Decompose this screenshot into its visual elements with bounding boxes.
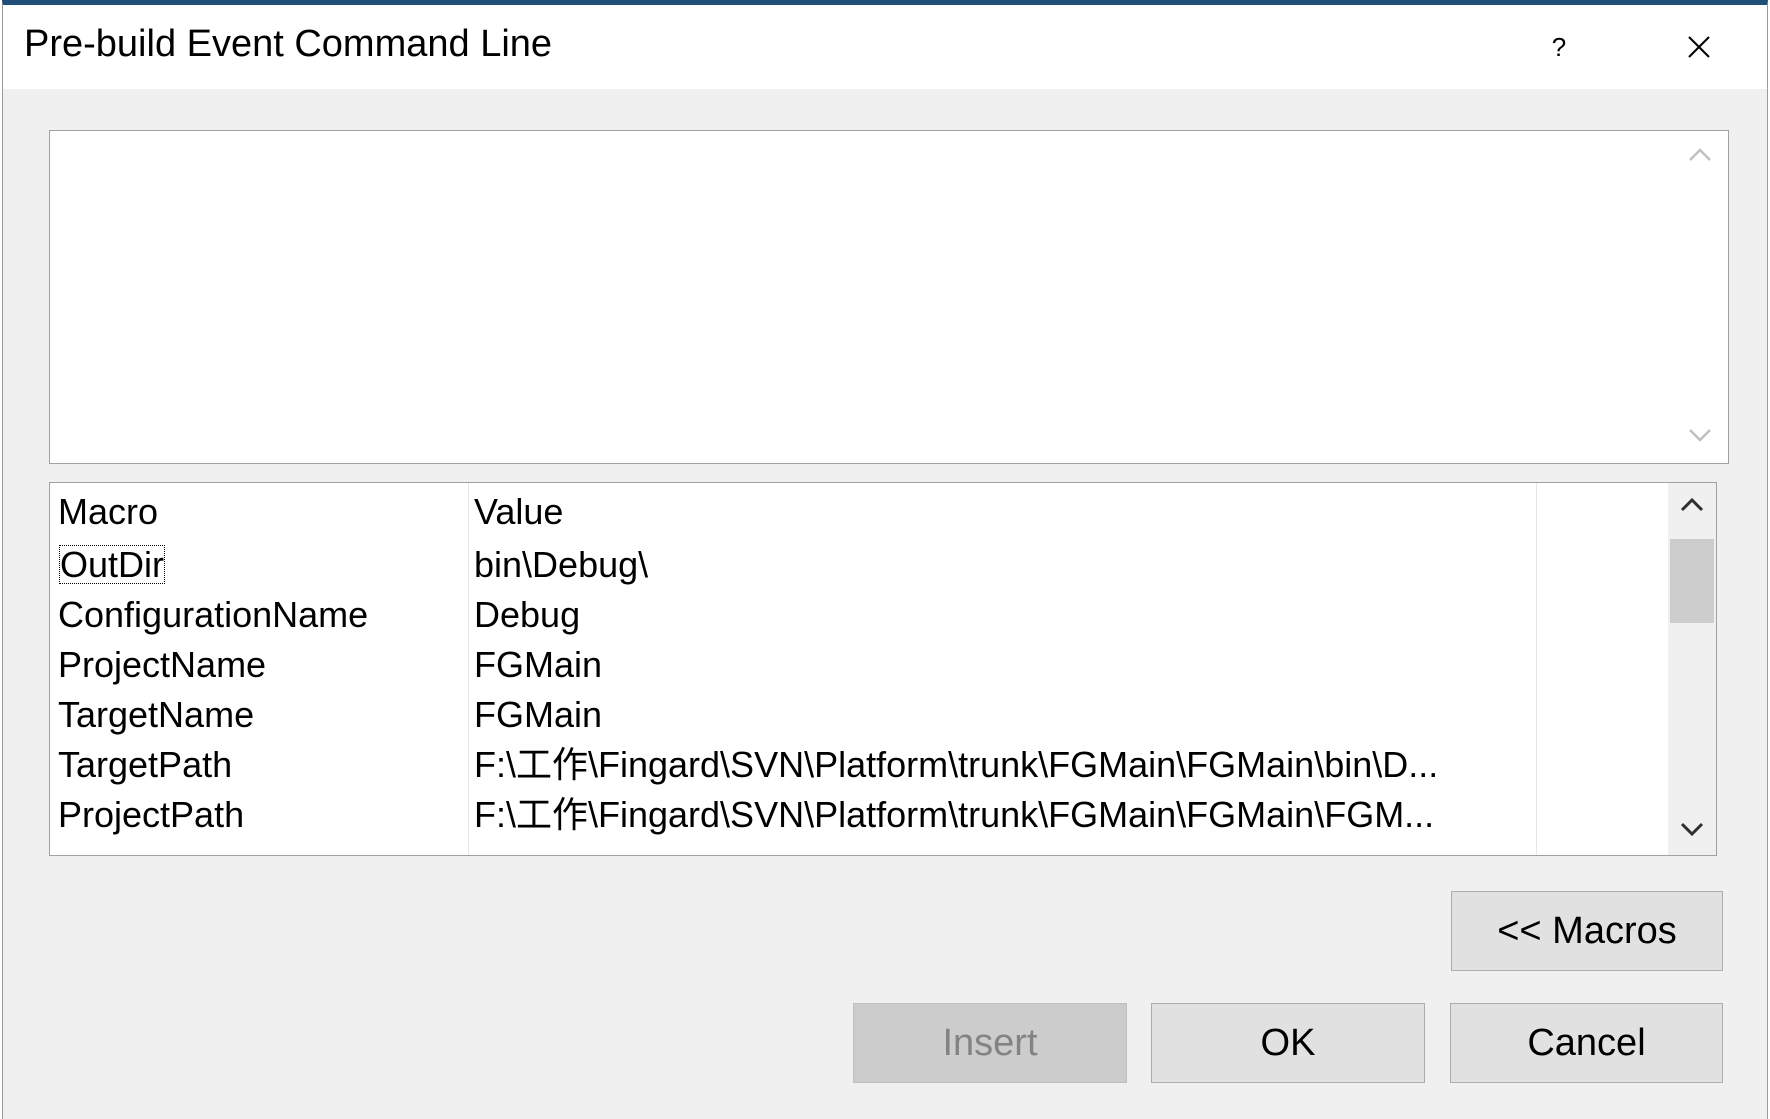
macro-name: TargetPath [58, 744, 233, 785]
macro-list-header: Macro Value [50, 487, 1550, 537]
macro-name: ConfigurationName [58, 594, 369, 635]
scroll-down-button[interactable] [1672, 417, 1728, 457]
scroll-down-button[interactable] [1668, 811, 1716, 851]
table-row[interactable]: OutDir bin\Debug\ [50, 540, 1550, 590]
cancel-button[interactable]: Cancel [1450, 1003, 1723, 1083]
scrollbar-thumb[interactable] [1670, 539, 1714, 623]
scroll-up-button[interactable] [1668, 487, 1716, 527]
command-line-input[interactable] [50, 131, 1670, 463]
macro-name: TargetName [58, 694, 255, 735]
macro-value: bin\Debug\ [474, 544, 649, 585]
macros-toggle-button[interactable]: << Macros [1451, 891, 1723, 971]
table-row[interactable]: ProjectName FGMain [50, 640, 1550, 690]
chevron-up-icon [1689, 148, 1711, 161]
macro-list: Macro Value OutDir bin\Debug\ Configurat… [49, 482, 1717, 856]
macro-value: F:\工作\Fingard\SVN\Platform\trunk\FGMain\… [474, 794, 1435, 835]
chevron-down-icon [1689, 429, 1711, 442]
table-row[interactable]: ConfigurationName Debug [50, 590, 1550, 640]
macro-name: ProjectName [58, 644, 267, 685]
table-row[interactable]: ProjectPath F:\工作\Fingard\SVN\Platform\t… [50, 790, 1550, 840]
chevron-up-icon [1680, 497, 1704, 512]
macro-value: FGMain [474, 694, 603, 735]
pre-build-event-dialog: Pre-build Event Command Line ? Macro Val… [2, 0, 1768, 1119]
command-line-scrollbar[interactable] [1672, 131, 1728, 463]
help-button[interactable]: ? [1529, 15, 1589, 79]
macro-value: F:\工作\Fingard\SVN\Platform\trunk\FGMain\… [474, 744, 1439, 785]
close-icon [1688, 36, 1710, 58]
title-bar: Pre-build Event Command Line ? [3, 5, 1767, 89]
scroll-up-button[interactable] [1672, 137, 1728, 177]
column-header-macro[interactable]: Macro [58, 487, 450, 537]
column-header-value[interactable]: Value [474, 487, 1582, 537]
chevron-down-icon [1680, 822, 1704, 837]
close-button[interactable] [1663, 15, 1735, 79]
macro-list-scrollbar[interactable] [1668, 483, 1716, 855]
macro-value: FGMain [474, 644, 603, 685]
table-row[interactable]: TargetPath F:\工作\Fingard\SVN\Platform\tr… [50, 740, 1550, 790]
dialog-title: Pre-build Event Command Line [24, 23, 553, 65]
insert-button[interactable]: Insert [853, 1003, 1127, 1083]
command-line-editor [49, 130, 1729, 464]
macro-name: ProjectPath [58, 794, 245, 835]
macro-name: OutDir [59, 544, 166, 585]
macro-value: Debug [474, 594, 581, 635]
table-row[interactable]: TargetName FGMain [50, 690, 1550, 740]
ok-button[interactable]: OK [1151, 1003, 1425, 1083]
